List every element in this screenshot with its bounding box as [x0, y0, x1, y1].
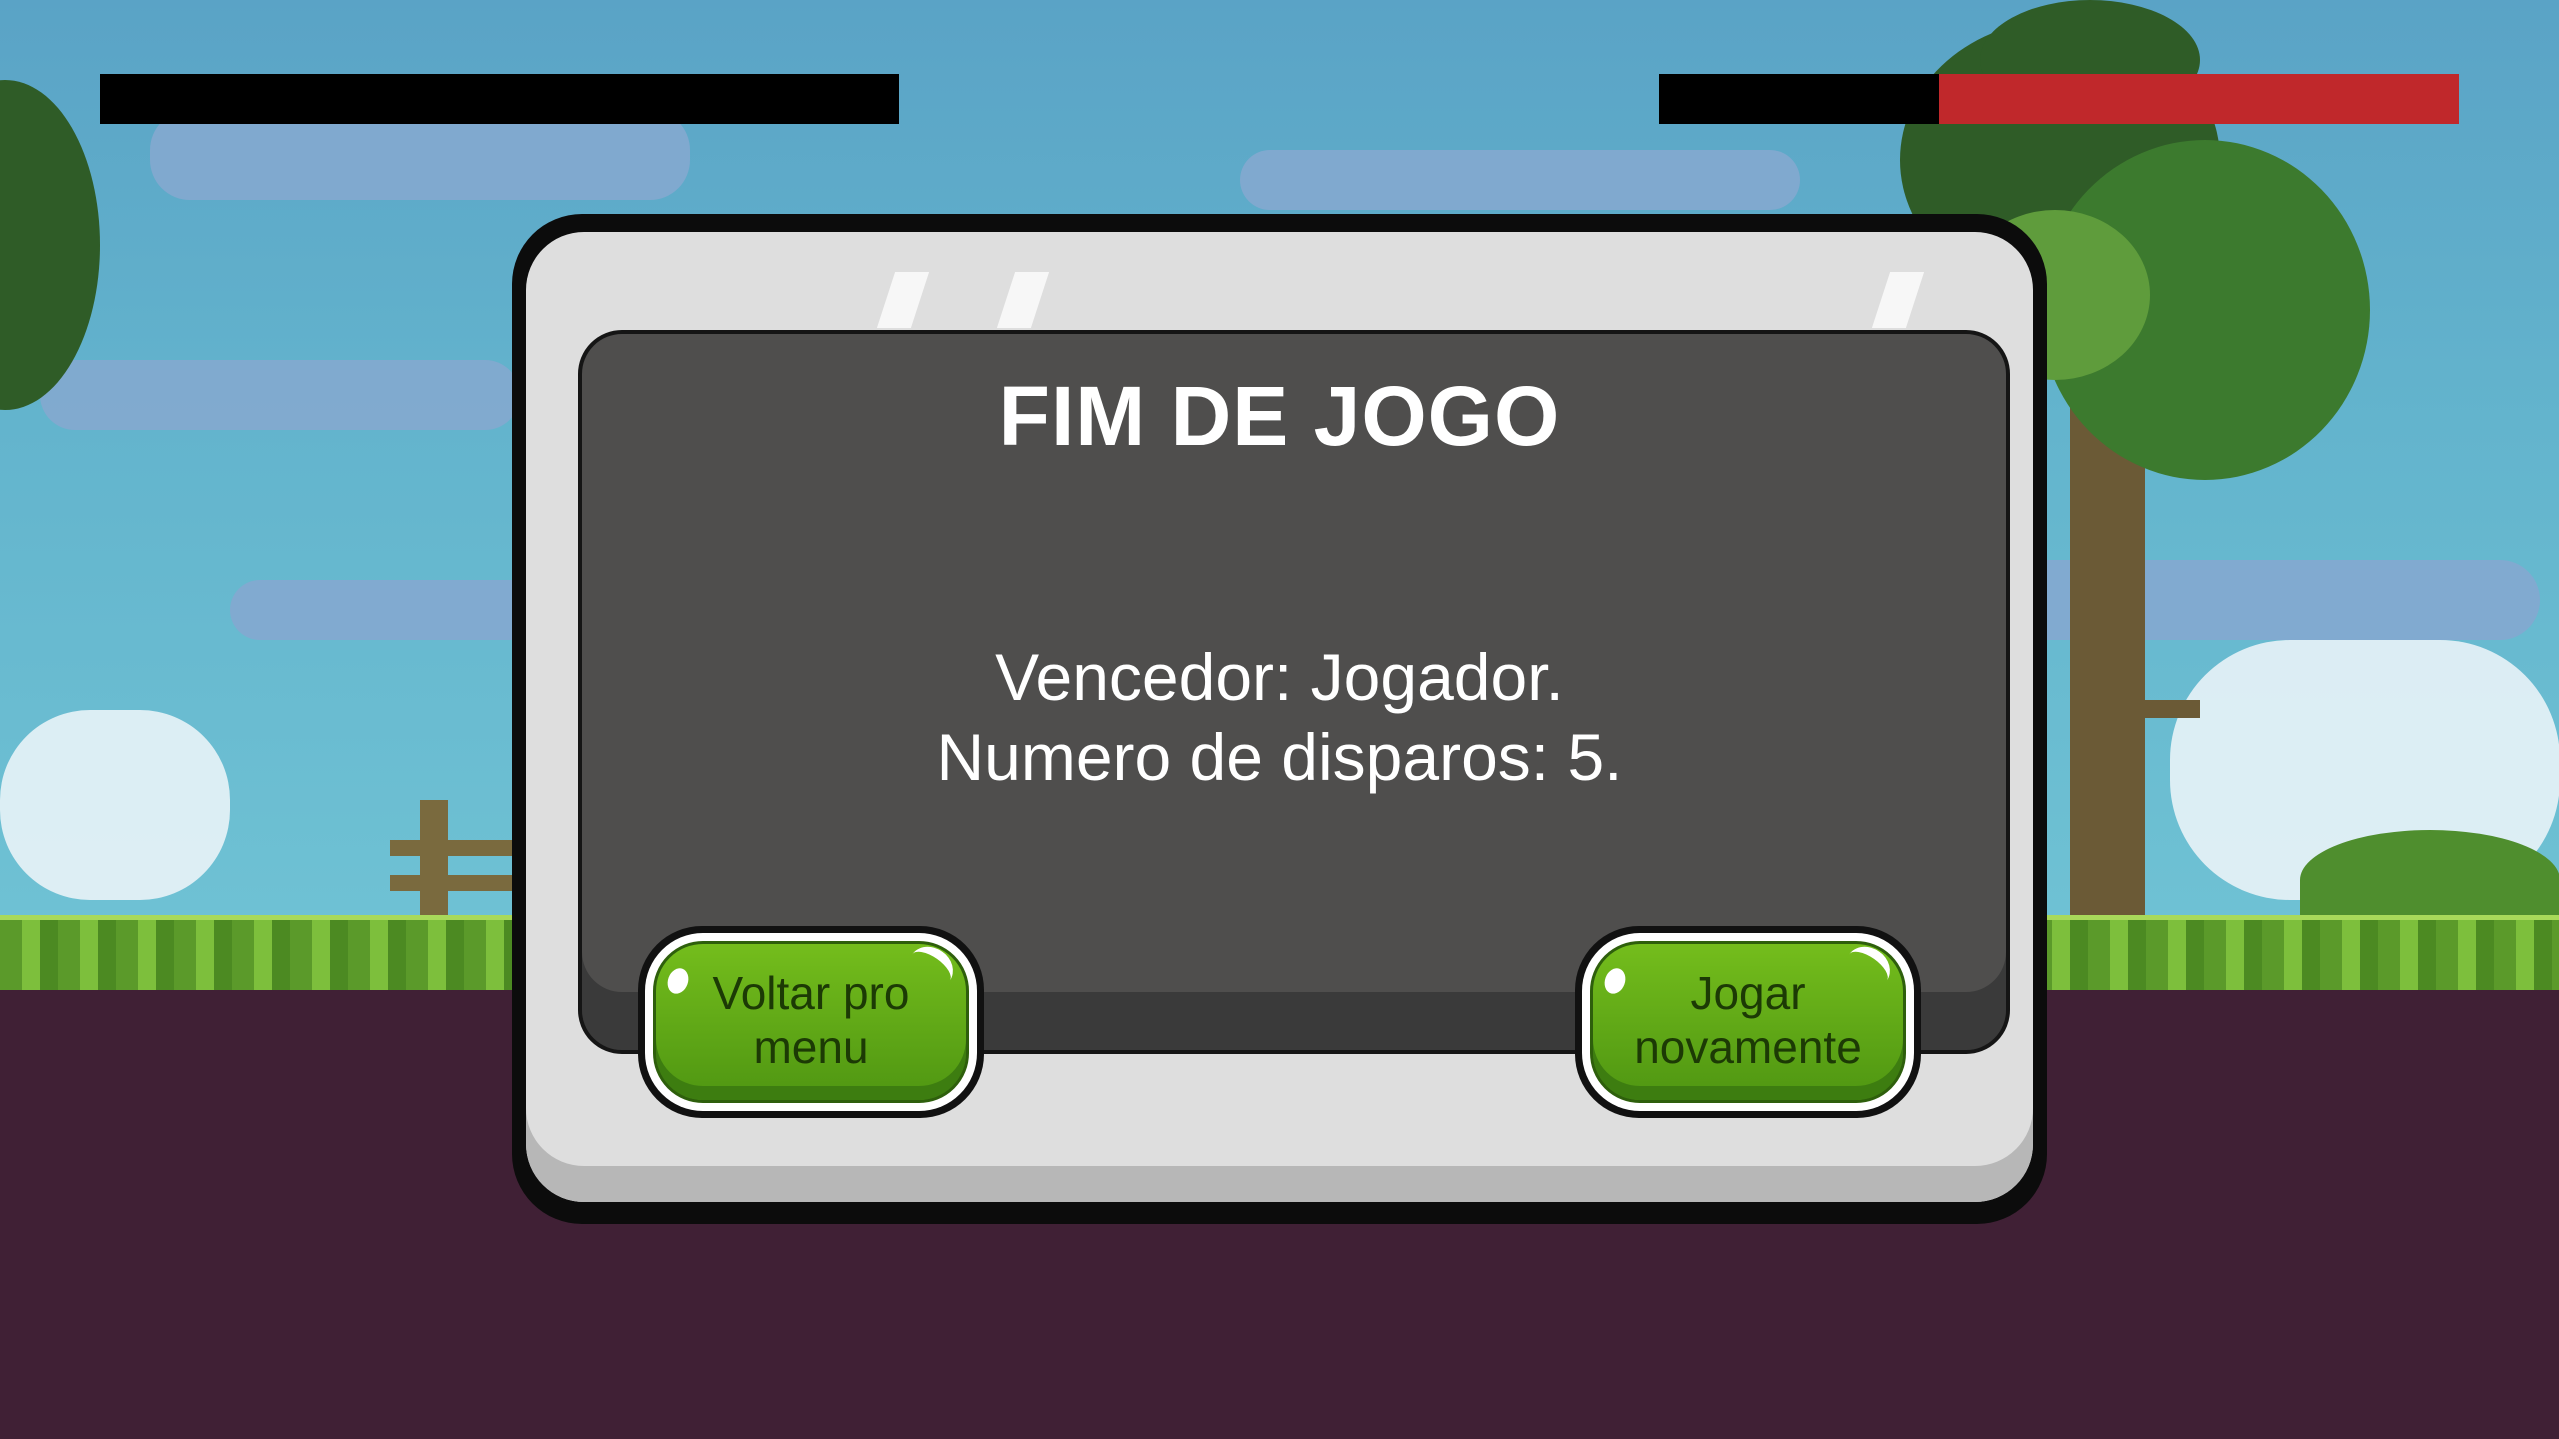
frame-highlight — [1871, 272, 1925, 328]
tree-trunk — [2070, 380, 2145, 940]
fence-post — [420, 800, 448, 930]
play-again-label: Jogar novamente — [1634, 967, 1862, 1073]
play-again-button[interactable]: Jogar novamente — [1575, 926, 1921, 1118]
winner-text: Vencedor: Jogador. — [995, 640, 1564, 714]
player-health-bar — [100, 74, 899, 124]
enemy-health-fill — [1939, 74, 2459, 124]
game-over-dialog: FIM DE JOGO Vencedor: Jogador. Numero de… — [512, 214, 2047, 1224]
cloud — [0, 710, 230, 900]
cloud — [1240, 150, 1800, 210]
back-to-menu-button[interactable]: Voltar pro menu — [638, 926, 984, 1118]
back-to-menu-label: Voltar pro menu — [712, 967, 910, 1073]
frame-highlight — [996, 272, 1050, 328]
fence-rail — [390, 875, 520, 891]
cloud — [40, 360, 520, 430]
game-over-title: FIM DE JOGO — [998, 369, 1561, 463]
frame-highlight — [876, 272, 930, 328]
cloud — [1980, 560, 2540, 640]
shots-text: Numero de disparos: 5. — [936, 720, 1623, 794]
fence-rail — [390, 840, 520, 856]
tree-branch — [2130, 700, 2200, 718]
enemy-health-bar — [1659, 74, 2459, 124]
